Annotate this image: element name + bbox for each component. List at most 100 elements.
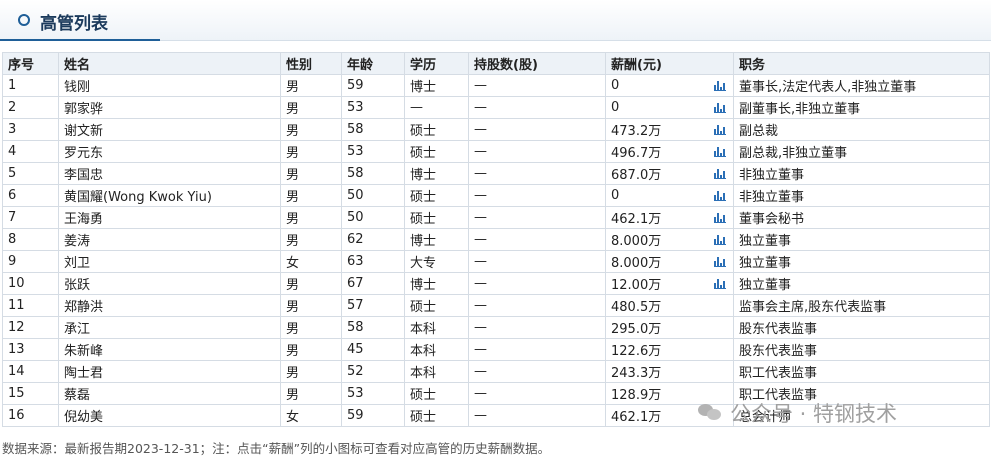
row-salary: 0 [605, 96, 707, 119]
table-row: 2 郭家骅男 53— —0 副董事长,非独立董事 [2, 96, 991, 119]
row-salary: 128.9万 [605, 382, 707, 405]
table-row: 13 朱新峰男 45 本科 —122.6万 股东代表监事 [2, 338, 991, 361]
row-shares: — [468, 228, 606, 251]
row-salary-chart-cell [706, 294, 735, 317]
row-no: 16 [2, 404, 59, 427]
bar-chart-icon[interactable] [713, 80, 726, 91]
row-no: 14 [2, 360, 59, 383]
row-education: 硕士 [404, 404, 469, 427]
row-no: 9 [2, 250, 59, 273]
table-row: 7 王海勇男 50 硕士 —462.1万 董事会秘书 [2, 206, 991, 229]
executive-table: 序号 姓名 性别 年龄 学历 持股数(股) 薪酬(元) 职务 1 钱刚男 59 博士 —… [2, 52, 991, 427]
col-header-title: 职务 [733, 52, 991, 75]
row-salary-chart-cell [706, 206, 735, 229]
bar-chart-icon[interactable] [713, 234, 726, 245]
row-salary: 462.1万 [605, 404, 707, 427]
table-row: 1 钱刚男 59 博士 —0 董事长,法定代表人,非独立董事 [2, 74, 991, 97]
row-shares: — [468, 382, 606, 405]
footnote: 数据来源：最新报告期2023-12-31；注：点击“薪酬”列的小图标可查看对应高… [2, 441, 551, 456]
row-age: 53 [341, 96, 405, 119]
row-salary: 0 [605, 74, 707, 97]
row-education: — [404, 96, 469, 119]
row-age: 58 [341, 118, 405, 141]
row-title: 独立董事 [733, 272, 991, 295]
bar-chart-icon[interactable] [713, 146, 726, 157]
row-age: 59 [341, 74, 405, 97]
row-salary: 8.000万 [605, 250, 707, 273]
row-shares: — [468, 294, 606, 317]
row-age: 63 [341, 250, 405, 273]
row-salary-chart-cell [706, 118, 735, 141]
row-title: 监事会主席,股东代表监事 [733, 294, 991, 317]
row-shares: — [468, 250, 606, 273]
row-no: 6 [2, 184, 59, 207]
table-row: 6 黄国耀(Wong Kwok Yiu) 男 50 硕士 —0 非独立董事 [2, 184, 991, 207]
row-salary-chart-cell [706, 74, 735, 97]
table-row: 12 承江男 58 本科 —295.0万 股东代表监事 [2, 316, 991, 339]
row-gender: 男 [280, 338, 342, 361]
row-title: 非独立董事 [733, 184, 991, 207]
row-name: 朱新峰 [58, 338, 281, 361]
row-salary-chart-cell [706, 140, 735, 163]
row-education: 硕士 [404, 294, 469, 317]
section-title: 高管列表 [40, 14, 108, 34]
row-no: 5 [2, 162, 59, 185]
row-salary: 473.2万 [605, 118, 707, 141]
row-name: 王海勇 [58, 206, 281, 229]
row-name: 郭家骅 [58, 96, 281, 119]
row-salary-chart-cell [706, 228, 735, 251]
table-row: 5 李国忠男 58 博士 —687.0万 非独立董事 [2, 162, 991, 185]
wechat-icon [698, 402, 722, 422]
row-shares: — [468, 96, 606, 119]
col-header-age: 年龄 [341, 52, 405, 75]
row-name: 罗元东 [58, 140, 281, 163]
row-age: 58 [341, 162, 405, 185]
table-row: 8 姜涛男 62 博士 —8.000万 独立董事 [2, 228, 991, 251]
row-shares: — [468, 338, 606, 361]
row-salary: 480.5万 [605, 294, 707, 317]
row-title: 股东代表监事 [733, 338, 991, 361]
row-no: 15 [2, 382, 59, 405]
row-shares: — [468, 206, 606, 229]
table-row: 4 罗元东男 53 硕士 —496.7万 副总裁,非独立董事 [2, 140, 991, 163]
row-name: 李国忠 [58, 162, 281, 185]
bar-chart-icon[interactable] [713, 190, 726, 201]
table-row: 10 张跃男 67 博士 —12.00万 独立董事 [2, 272, 991, 295]
row-no: 13 [2, 338, 59, 361]
row-title: 独立董事 [733, 250, 991, 273]
row-gender: 男 [280, 294, 342, 317]
row-name: 倪幼美 [58, 404, 281, 427]
row-gender: 男 [280, 118, 342, 141]
row-age: 62 [341, 228, 405, 251]
bar-chart-icon[interactable] [713, 278, 726, 289]
row-age: 50 [341, 206, 405, 229]
row-gender: 女 [280, 404, 342, 427]
col-header-gender: 性别 [280, 52, 342, 75]
bar-chart-icon[interactable] [713, 124, 726, 135]
row-salary-chart-cell [706, 338, 735, 361]
row-salary: 122.6万 [605, 338, 707, 361]
col-header-no: 序号 [2, 52, 59, 75]
bar-chart-icon[interactable] [713, 102, 726, 113]
row-gender: 男 [280, 184, 342, 207]
row-no: 3 [2, 118, 59, 141]
row-name: 姜涛 [58, 228, 281, 251]
row-no: 10 [2, 272, 59, 295]
row-name: 谢文新 [58, 118, 281, 141]
row-salary-chart-cell [706, 184, 735, 207]
row-salary: 462.1万 [605, 206, 707, 229]
row-education: 硕士 [404, 184, 469, 207]
row-education: 博士 [404, 74, 469, 97]
row-age: 53 [341, 140, 405, 163]
row-gender: 男 [280, 206, 342, 229]
bar-chart-icon[interactable] [713, 168, 726, 179]
row-salary-chart-cell [706, 272, 735, 295]
row-gender: 男 [280, 272, 342, 295]
row-shares: — [468, 316, 606, 339]
bar-chart-icon[interactable] [713, 256, 726, 267]
row-age: 59 [341, 404, 405, 427]
bar-chart-icon[interactable] [713, 212, 726, 223]
header-underline [0, 39, 160, 41]
row-name: 陶士君 [58, 360, 281, 383]
row-name: 蔡磊 [58, 382, 281, 405]
